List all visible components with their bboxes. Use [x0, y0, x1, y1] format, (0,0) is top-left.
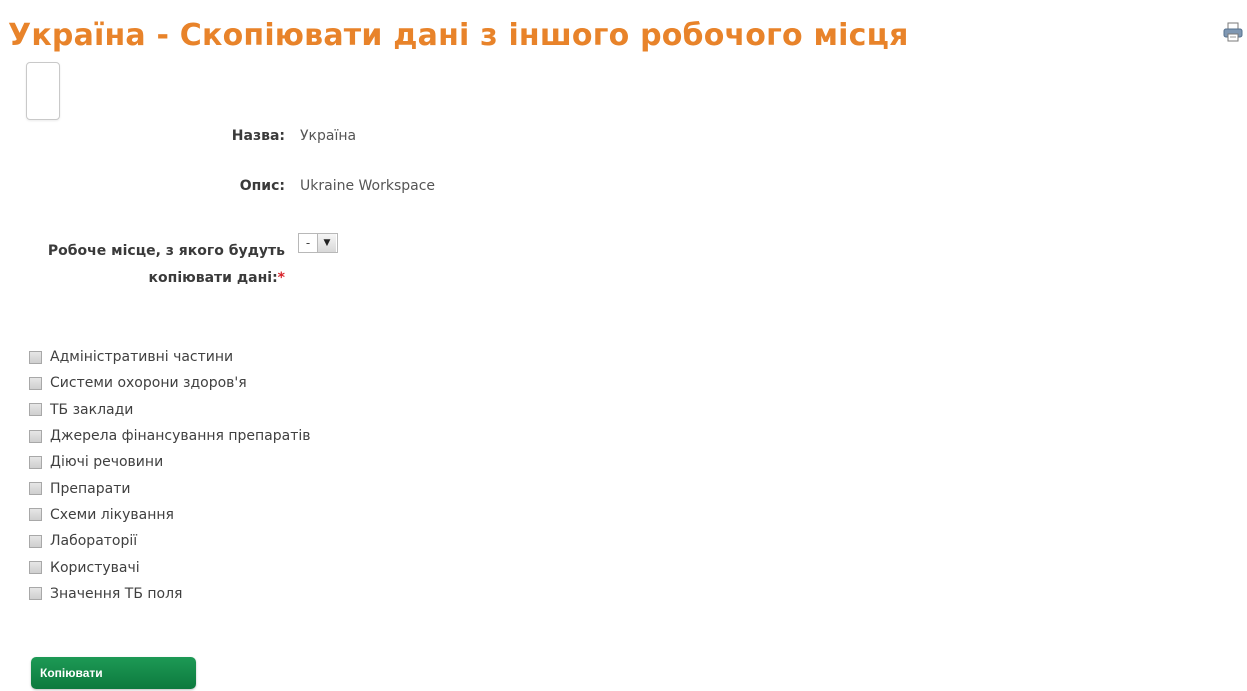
tab-placeholder	[26, 62, 60, 120]
option-label: Значення ТБ поля	[50, 585, 183, 602]
description-label: Опис:	[239, 178, 285, 194]
option-checkbox[interactable]	[29, 534, 42, 548]
option-item[interactable]: Значення ТБ поля	[29, 581, 311, 607]
option-item[interactable]: Схеми лікування	[29, 502, 311, 528]
option-checkbox[interactable]	[29, 482, 42, 496]
option-label: Користувачі	[50, 559, 140, 576]
option-label: ТБ заклади	[50, 401, 134, 418]
option-checkbox[interactable]	[29, 429, 42, 443]
page-title: Україна - Скопіювати дані з іншого робоч…	[8, 18, 909, 53]
option-checkbox[interactable]	[29, 376, 42, 390]
required-marker: *	[277, 270, 285, 286]
source-workspace-label-text: Робоче місце, з якого будуть копіювати д…	[47, 243, 285, 286]
description-value: Ukraine Workspace	[300, 178, 436, 194]
option-checkbox[interactable]	[29, 350, 42, 364]
copy-button[interactable]: Копіювати	[31, 657, 196, 689]
option-item[interactable]: Джерела фінансування препаратів	[29, 423, 311, 449]
option-checkbox[interactable]	[29, 587, 42, 601]
copy-options-list: Адміністративні частини Системи охорони з…	[29, 344, 311, 607]
option-label: Системи охорони здоров'я	[50, 375, 247, 392]
option-label: Лабораторії	[50, 533, 138, 550]
option-checkbox[interactable]	[29, 561, 42, 575]
option-item[interactable]: Препарати	[29, 475, 311, 501]
option-label: Схеми лікування	[50, 506, 174, 523]
option-item[interactable]: Лабораторії	[29, 528, 311, 554]
option-item[interactable]: Системи охорони здоров'я	[29, 370, 311, 396]
option-item[interactable]: Користувачі	[29, 554, 311, 580]
option-checkbox[interactable]	[29, 403, 42, 417]
source-workspace-label: Робоче місце, з якого будуть копіювати д…	[35, 238, 285, 292]
option-label: Діючі речовини	[50, 454, 164, 471]
print-icon[interactable]	[1222, 22, 1244, 42]
source-workspace-selected: -	[305, 236, 311, 250]
option-checkbox[interactable]	[29, 455, 42, 469]
option-item[interactable]: ТБ заклади	[29, 397, 311, 423]
option-label: Адміністративні частини	[50, 349, 234, 366]
chevron-down-icon[interactable]: ▼	[317, 234, 336, 252]
option-checkbox[interactable]	[29, 508, 42, 522]
option-item[interactable]: Адміністративні частини	[29, 344, 311, 370]
name-label: Назва:	[231, 128, 285, 144]
option-item[interactable]: Діючі речовини	[29, 449, 311, 475]
option-label: Джерела фінансування препаратів	[50, 428, 311, 445]
option-label: Препарати	[50, 480, 131, 497]
name-value: Україна	[300, 128, 357, 144]
source-workspace-select[interactable]: - ▼	[298, 233, 338, 253]
